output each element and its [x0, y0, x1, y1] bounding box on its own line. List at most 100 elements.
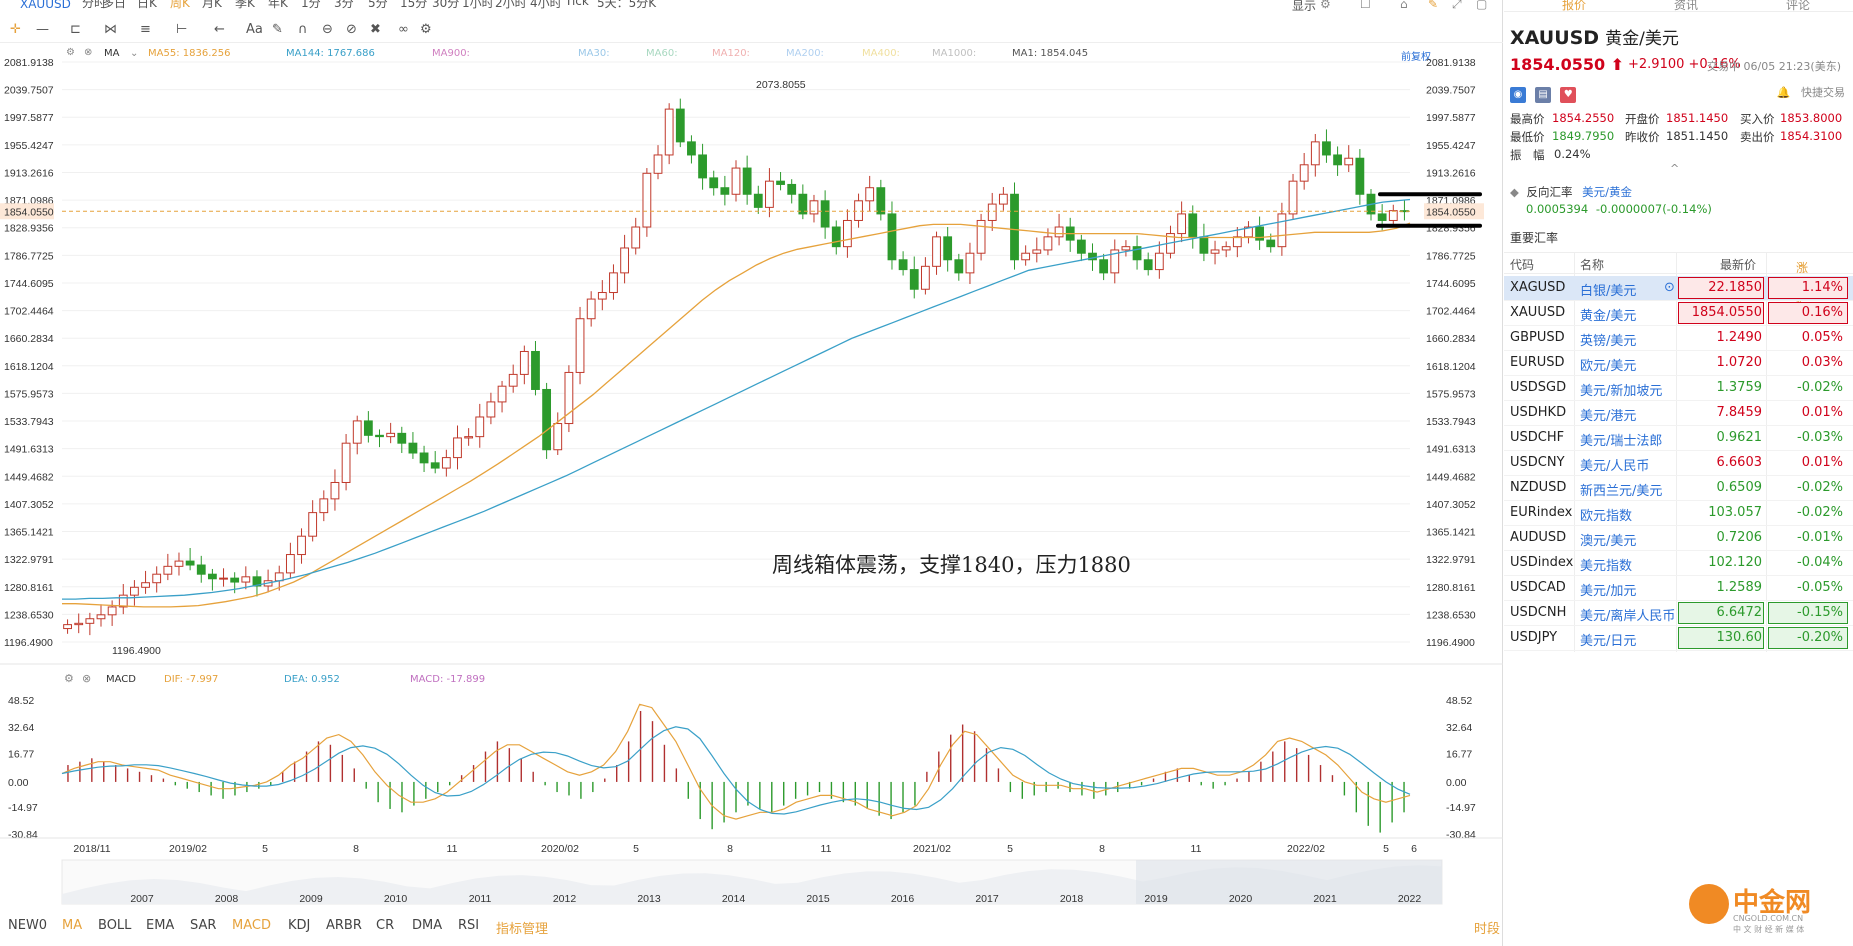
period-9[interactable]: 5分: [368, 0, 388, 11]
quick-trade-label[interactable]: 快捷交易: [1801, 86, 1845, 99]
row-pct: -0.05%: [1797, 580, 1843, 595]
trash-icon[interactable]: ✖: [370, 22, 381, 37]
candle-body: [575, 318, 585, 373]
pen-icon[interactable]: ✎: [1428, 0, 1438, 11]
table-row[interactable]: USDCHF 美元/瑞士法郎 0.9621 -0.03%: [1504, 426, 1853, 451]
period-15[interactable]: Tick: [565, 0, 589, 8]
heart-icon[interactable]: ♥: [1560, 87, 1577, 103]
indicator-tab-3[interactable]: EMA: [146, 918, 174, 933]
hide-icon[interactable]: ⊘: [346, 22, 357, 37]
table-row[interactable]: EURUSD 欧元/美元 1.0720 0.03%: [1504, 351, 1853, 376]
table-row[interactable]: AUDUSD 澳元/美元 0.7206 -0.01%: [1504, 526, 1853, 551]
indicator-tab-0[interactable]: NEW0: [8, 918, 47, 933]
y-tick-label-left: 1702.4464: [4, 306, 54, 318]
period-3[interactable]: 周K: [170, 0, 190, 11]
tab-news[interactable]: 资讯: [1674, 0, 1698, 13]
col-name: 名称: [1580, 258, 1605, 272]
candle-body: [107, 606, 117, 616]
indicator-tab-7[interactable]: ARBR: [326, 918, 362, 933]
price-chart[interactable]: 2081.9138 2081.9138 2039.7507 2039.7507 1997…: [0, 44, 1503, 910]
magnet-icon[interactable]: ∩: [298, 22, 308, 37]
row-name: 美元/港元: [1580, 409, 1637, 424]
camera-icon[interactable]: ⌂: [1400, 0, 1408, 11]
period-11[interactable]: 30分: [432, 0, 459, 11]
doc-icon[interactable]: ▤: [1535, 87, 1552, 103]
symbol-label[interactable]: XAUUSD: [20, 0, 71, 11]
brush-tool-icon[interactable]: ✎: [272, 22, 283, 37]
row-code: USDCNY: [1510, 455, 1565, 470]
display-menu[interactable]: 显示: [1292, 0, 1316, 14]
indicator-tab-2[interactable]: BOLL: [98, 918, 131, 933]
period-6[interactable]: 年K: [268, 0, 288, 11]
table-row[interactable]: XAGUSD 白银/美元 22.1850 1.14% ⊙: [1504, 276, 1853, 301]
y-tick-label-left: 1913.2616: [4, 167, 54, 179]
macd-settings-icon[interactable]: ⚙: [64, 672, 74, 685]
y-tick-label-left: 1407.3052: [4, 499, 54, 511]
link-icon[interactable]: ∞: [398, 22, 409, 37]
indicator-tab-6[interactable]: KDJ: [288, 918, 310, 933]
ask-label: 卖出价: [1740, 130, 1775, 144]
timeline-window: [1136, 860, 1442, 904]
session-button[interactable]: 时段: [1474, 918, 1500, 937]
table-row[interactable]: EURindex 欧元指数 103.057 -0.02%: [1504, 501, 1853, 526]
candle-body: [363, 420, 373, 436]
indicator-tab-5[interactable]: MACD: [232, 918, 271, 933]
col-price[interactable]: 最新价: [1720, 256, 1756, 273]
period-4[interactable]: 月K: [202, 0, 222, 11]
channel-tool-icon[interactable]: ⊏: [70, 22, 81, 37]
arrow-tool-icon[interactable]: ←: [214, 22, 225, 37]
table-row[interactable]: USDJPY 美元/日元 130.60 -0.20%: [1504, 626, 1853, 651]
globe-icon[interactable]: ◉: [1510, 87, 1526, 103]
text-tool[interactable]: Aa: [246, 22, 263, 37]
indicator-tab-9[interactable]: DMA: [412, 918, 442, 933]
tab-comments[interactable]: 评论: [1786, 0, 1810, 13]
bell-icon[interactable]: 🔔: [1777, 86, 1791, 99]
col-pct[interactable]: 涨跌幅 ⌄: [1796, 256, 1808, 309]
settings-icon[interactable]: ⚙: [1320, 0, 1331, 11]
candle-body: [1021, 252, 1031, 261]
period-2[interactable]: 日K: [137, 0, 157, 11]
indicator-tab-10[interactable]: RSI: [458, 918, 479, 933]
period-5[interactable]: 季K: [235, 0, 255, 11]
fib-tool-icon[interactable]: ≡: [140, 22, 151, 37]
period-13[interactable]: 2小时: [495, 0, 527, 11]
period-12[interactable]: 1小时: [462, 0, 494, 11]
macd-y-label-right: 32.64: [1446, 722, 1472, 734]
pattern-tool-icon[interactable]: ⋈: [104, 22, 117, 37]
table-row[interactable]: USDCAD 美元/加元 1.2589 -0.05%: [1504, 576, 1853, 601]
measure-tool-icon[interactable]: ⊢: [176, 22, 187, 37]
watch-icon[interactable]: ⊙: [1664, 280, 1675, 295]
gear-icon[interactable]: ⚙: [420, 22, 432, 37]
collapse-icon[interactable]: ^: [1670, 162, 1679, 175]
period-7[interactable]: 1分: [301, 0, 321, 11]
table-row[interactable]: USDHKD 美元/港元 7.8459 0.01%: [1504, 401, 1853, 426]
table-row[interactable]: XAUUSD 黄金/美元 1854.0550 0.16%: [1504, 301, 1853, 326]
y-tick-label-right: 1322.9791: [1426, 554, 1476, 566]
period-8[interactable]: 3分: [334, 0, 354, 11]
line-tool-icon[interactable]: —: [36, 22, 49, 37]
quick-trade[interactable]: 🔔 快捷交易: [1777, 84, 1845, 100]
table-row[interactable]: USDSGD 美元/新加坡元 1.3759 -0.02%: [1504, 376, 1853, 401]
lock-icon[interactable]: ⊖: [322, 22, 333, 37]
table-row[interactable]: NZDUSD 新西兰元/美元 0.6509 -0.02%: [1504, 476, 1853, 501]
row-pct: -0.20%: [1797, 630, 1843, 645]
period-14[interactable]: 4小时: [530, 0, 562, 11]
table-row[interactable]: USDindex 美元指数 102.120 -0.04%: [1504, 551, 1853, 576]
table-row[interactable]: GBPUSD 英镑/美元 1.2490 0.05%: [1504, 326, 1853, 351]
macd-close-icon[interactable]: ⊗: [82, 672, 91, 685]
indicator-tab-4[interactable]: SAR: [190, 918, 216, 933]
expand-icon[interactable]: ▢: [1476, 0, 1487, 11]
period-1[interactable]: 多日: [102, 0, 126, 11]
tab-quote[interactable]: 报价: [1562, 0, 1586, 13]
indicator-tab-1[interactable]: MA: [62, 918, 82, 933]
table-row[interactable]: USDCNH 美元/离岸人民币 6.6472 -0.15%: [1504, 601, 1853, 626]
indicator-tab-8[interactable]: CR: [376, 918, 394, 933]
layout-icon[interactable]: ☐: [1360, 0, 1371, 11]
fullscreen-icon[interactable]: ⤢: [1452, 0, 1462, 12]
period-16[interactable]: 5天：5分K: [597, 0, 656, 11]
reverse-pair[interactable]: 美元/黄金: [1582, 185, 1632, 199]
crosshair-icon[interactable]: ✛: [10, 22, 21, 37]
indicator-tab-11[interactable]: 指标管理: [496, 918, 548, 937]
period-10[interactable]: 15分: [400, 0, 427, 11]
table-row[interactable]: USDCNY 美元/人民币 6.6603 0.01%: [1504, 451, 1853, 476]
